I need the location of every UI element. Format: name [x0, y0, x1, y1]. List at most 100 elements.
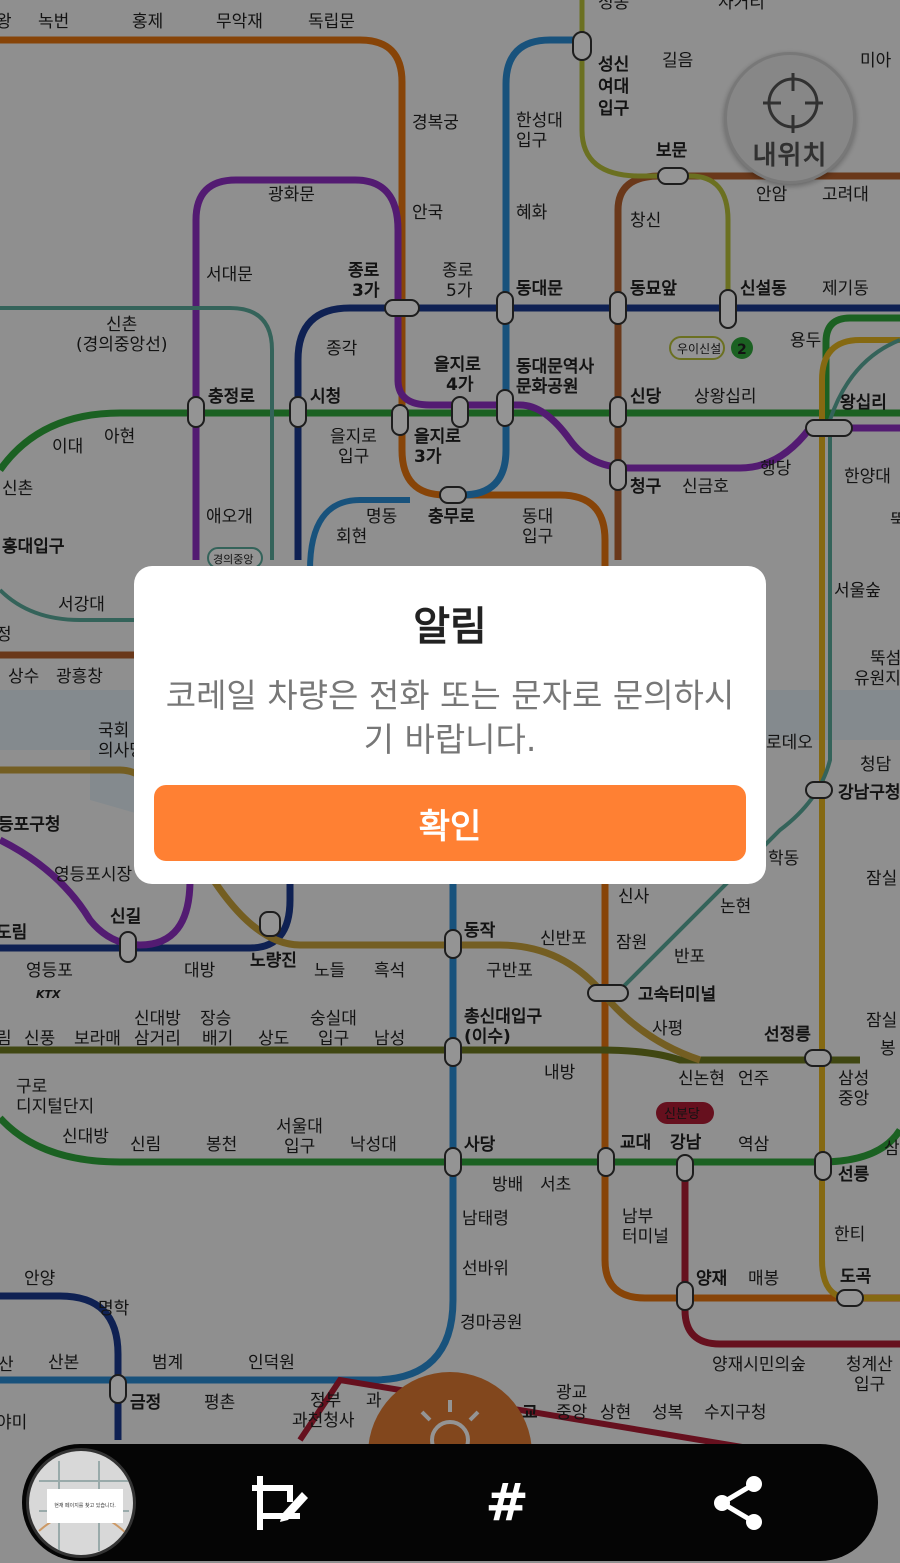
station-label: 신대방	[62, 1127, 109, 1147]
station-label: 청계산	[846, 1355, 893, 1375]
station-label: 사평	[652, 1019, 683, 1039]
station-label: 고속터미널	[638, 985, 716, 1005]
station-label: 과	[366, 1391, 382, 1411]
hash-button[interactable]: #	[474, 1470, 540, 1536]
station-label: 삼거리	[134, 1029, 181, 1049]
station-label: 성신	[598, 55, 629, 75]
station-label: 왕십리	[840, 393, 887, 413]
station-label: 양재	[696, 1269, 727, 1289]
station-label: 동묘앞	[630, 279, 677, 299]
station-label: 삼성	[838, 1069, 869, 1089]
station-label: 독립문	[308, 12, 355, 32]
station-label: 아현	[104, 427, 135, 447]
station-label: 녹번	[38, 12, 69, 32]
station-label: 언주	[738, 1069, 769, 1089]
station-label: 잠실	[866, 1011, 897, 1031]
station-label: 유원지	[854, 669, 900, 689]
station-label: 매봉	[748, 1269, 779, 1289]
station-label: 입구	[284, 1137, 315, 1157]
station-label: 청담	[860, 755, 892, 775]
station-label: 명동	[366, 507, 397, 527]
share-button[interactable]	[706, 1470, 772, 1536]
station-label: 행당	[760, 459, 792, 479]
confirm-button[interactable]: 확인	[154, 785, 746, 861]
station-label: 애오개	[206, 507, 253, 527]
station-label: 정	[0, 625, 12, 645]
station-label: 입구	[338, 447, 369, 467]
station-label: 장승	[200, 1009, 231, 1029]
station-label: 안국	[412, 203, 443, 223]
station-label: 구로	[16, 1077, 47, 1097]
bottom-toolbar: 현재 페이지를 찾고 있습니다. #	[22, 1444, 878, 1561]
station-label: 신촌	[2, 479, 33, 499]
station-label: 보문	[656, 141, 688, 161]
station-label: 삼	[884, 1139, 900, 1159]
station-label: 광화문	[268, 185, 315, 205]
station-label: 터미널	[622, 1227, 669, 1247]
station-label: 혜화	[516, 203, 548, 223]
crop-edit-icon	[252, 1476, 308, 1530]
station-label: 대방	[184, 961, 216, 981]
station-label: 상왕십리	[694, 387, 757, 407]
station-label: 신당	[630, 387, 662, 407]
dialog-message: 코레일 차량은 전화 또는 문자로 문의하시기 바랍니다.	[165, 676, 735, 759]
station-label: 논현	[720, 897, 751, 917]
station-label: 신길	[110, 907, 141, 927]
station-label: 보라매	[74, 1029, 121, 1049]
station-label: 입구	[318, 1029, 349, 1049]
station-label: 서초	[540, 1175, 571, 1195]
crop-edit-button[interactable]	[246, 1470, 312, 1536]
station-label: 제기동	[822, 279, 869, 299]
station-label: 5가	[446, 281, 473, 301]
station-label: 신풍	[24, 1029, 55, 1049]
station-label: 상수	[8, 667, 39, 687]
station-label: 남성	[374, 1029, 405, 1049]
station-label: 인덕원	[248, 1353, 295, 1373]
station-label: 회현	[336, 527, 367, 547]
station-label: 한티	[834, 1225, 865, 1245]
station-label: 구반포	[486, 961, 533, 981]
station-label: 신반포	[540, 929, 587, 949]
station-label: 경마공원	[460, 1313, 523, 1333]
station-label: 3가	[414, 447, 442, 467]
station-label: 입구	[598, 99, 630, 119]
station-label: 입구	[516, 131, 547, 151]
station-label: 강남구청	[838, 782, 900, 803]
station-label: 산본	[48, 1353, 79, 1373]
station-label: 중앙	[556, 1403, 588, 1423]
station-label: 흑석	[374, 961, 405, 981]
station-label: 교대	[620, 1133, 651, 1153]
station-label: 3가	[352, 281, 380, 301]
station-label: 동대문	[516, 279, 563, 299]
station-label: 이대	[52, 437, 83, 457]
station-label: 등포구청	[0, 814, 61, 835]
station-label: 상도	[258, 1029, 289, 1049]
station-label: 방배	[492, 1175, 523, 1195]
station-label: 입구	[522, 527, 553, 547]
station-label: 우이신설	[677, 342, 721, 356]
dialog-title: 알림	[413, 604, 487, 650]
station-label: 야미	[0, 1413, 27, 1433]
station-label: 충정로	[208, 387, 255, 407]
station-label: 도곡	[840, 1267, 872, 1287]
station-label: 신금호	[682, 477, 729, 497]
station-label: 동작	[464, 921, 496, 941]
station-label: 충무로	[428, 507, 475, 527]
station-label: 과천청사	[292, 1411, 355, 1431]
station-label: 을지로	[414, 427, 461, 447]
station-label: 서울대	[276, 1117, 323, 1137]
station-label: (이수)	[464, 1027, 511, 1047]
station-label: 영등포시장	[54, 865, 133, 885]
station-label: 배기	[202, 1029, 233, 1049]
station-label: 광교	[556, 1383, 587, 1403]
my-location-button[interactable]: 내위치	[724, 52, 856, 184]
station-label: 총신대입구	[464, 1007, 543, 1027]
station-label: 한성대	[516, 111, 563, 131]
station-label: 상현	[600, 1403, 631, 1423]
station-label: 평촌	[204, 1393, 235, 1413]
station-label: 신설동	[740, 279, 787, 299]
station-label: 여대	[598, 77, 629, 97]
station-label: 4가	[446, 375, 474, 395]
map-thumbnail-button[interactable]: 현재 페이지를 찾고 있습니다.	[26, 1448, 136, 1558]
station-label: 선바위	[462, 1259, 509, 1279]
